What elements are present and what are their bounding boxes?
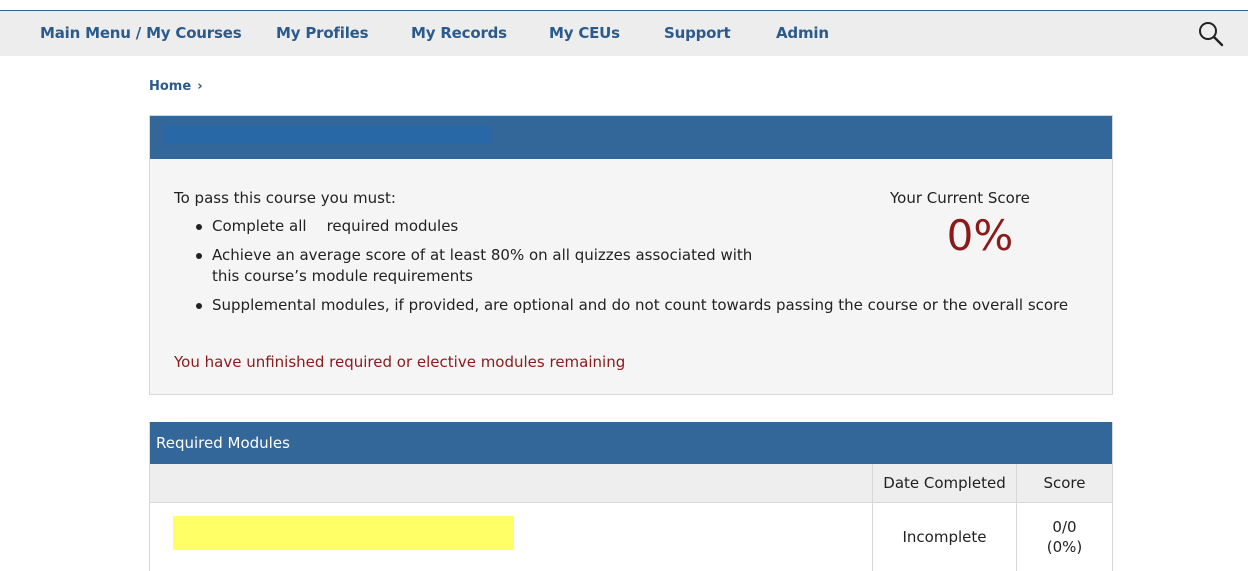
module-date-completed: Incomplete	[872, 503, 1016, 571]
score-column-header: Score	[1016, 464, 1112, 503]
required-modules-title: Required Modules	[156, 434, 290, 452]
requirements-intro: To pass this course you must:	[174, 189, 396, 207]
nav-support[interactable]: Support	[664, 24, 731, 42]
breadcrumb: Home ›	[149, 79, 203, 94]
module-score-percent: (0%)	[1046, 538, 1083, 556]
current-score-label: Your Current Score	[890, 189, 1030, 207]
course-title-redacted	[164, 126, 491, 144]
nav-my-profiles[interactable]: My Profiles	[276, 24, 369, 42]
requirement-text-after: required modules	[326, 217, 459, 235]
search-icon[interactable]	[1196, 20, 1226, 48]
course-title-header	[150, 116, 1112, 159]
requirement-text-before: Complete all	[212, 217, 307, 235]
nav-my-records[interactable]: My Records	[411, 24, 507, 42]
requirement-item: Supplemental modules, if provided, are o…	[194, 295, 1068, 316]
breadcrumb-separator: ›	[197, 79, 203, 94]
date-completed-column-header: Date Completed	[872, 464, 1016, 503]
module-name-redacted[interactable]	[173, 516, 514, 550]
table-row: Incomplete 0/0 (0%)	[150, 503, 1112, 571]
current-score-value: 0%	[946, 211, 1014, 260]
required-modules-header: Required Modules	[150, 422, 1112, 464]
nav-my-ceus[interactable]: My CEUs	[549, 24, 620, 42]
breadcrumb-home-link[interactable]: Home	[149, 79, 191, 94]
nav-admin[interactable]: Admin	[776, 24, 829, 42]
nav-main-menu-my-courses[interactable]: Main Menu / My Courses	[40, 24, 242, 42]
required-modules-table: Required Modules Date Completed Score In…	[149, 422, 1113, 571]
requirement-item: Achieve an average score of at least 80%…	[194, 245, 782, 287]
course-requirements-panel: To pass this course you must: Complete a…	[149, 115, 1113, 395]
module-score-fraction: 0/0	[1052, 518, 1077, 536]
module-score-cell: 0/0 (0%)	[1016, 503, 1112, 571]
unfinished-modules-warning: You have unfinished required or elective…	[174, 353, 626, 371]
table-header-row: Date Completed Score	[150, 464, 1112, 503]
top-navigation-bar: Main Menu / My Courses My Profiles My Re…	[0, 10, 1248, 56]
